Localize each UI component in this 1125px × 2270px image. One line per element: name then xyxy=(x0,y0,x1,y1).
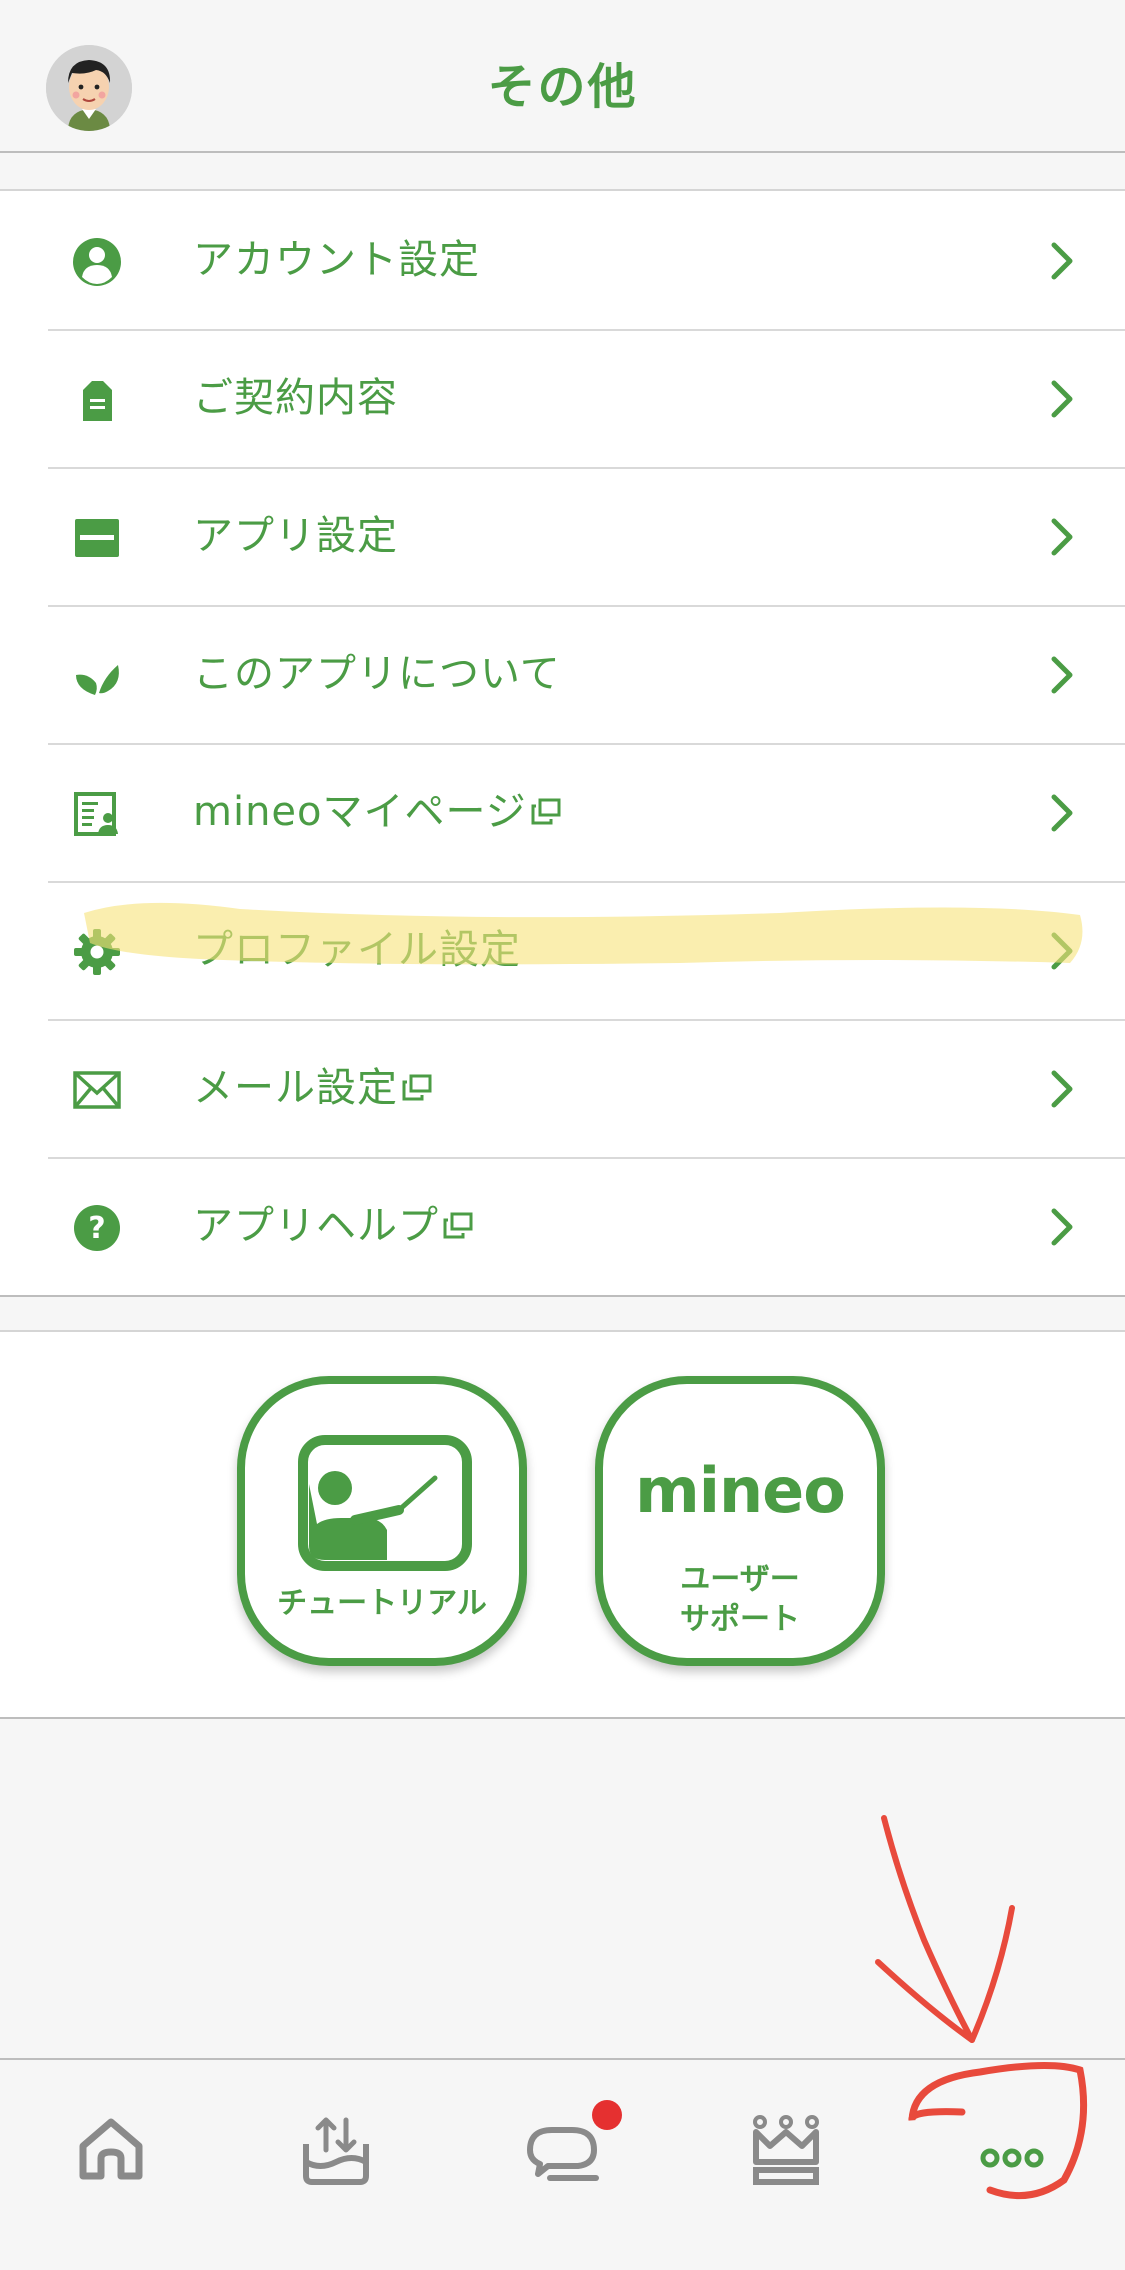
menu-item-about-app[interactable]: このアプリについて xyxy=(0,605,1125,743)
menu-item-label: ご契約内容 xyxy=(193,375,398,421)
menu-item-label: アプリ設定 xyxy=(193,513,398,559)
menu-item-text: アプリヘルプ xyxy=(193,1203,439,1249)
menu-item-text: mineoマイページ xyxy=(193,789,527,835)
bottom-tab-bar xyxy=(0,2058,1125,2270)
about-leaf-icon xyxy=(76,665,119,695)
settings-menu: アカウント設定 ご契約内容 アプリ設定 このアプリについて mineoマイページ… xyxy=(0,189,1125,1297)
chevron-right-icon xyxy=(1051,932,1073,970)
menu-item-mail-settings[interactable]: メール設定 xyxy=(0,1019,1125,1157)
menu-item-label: メール設定 xyxy=(193,1057,434,1119)
shortcut-cards: チュートリアル mineo ユーザー サポート xyxy=(0,1330,1125,1719)
mypage-icon xyxy=(74,792,118,836)
menu-item-label: アカウント設定 xyxy=(193,237,480,283)
chevron-right-icon xyxy=(1051,1070,1073,1108)
external-link-icon xyxy=(443,1212,473,1239)
chevron-right-icon xyxy=(1051,380,1073,418)
chevron-right-icon xyxy=(1051,242,1073,280)
user-support-button[interactable]: mineo ユーザー サポート xyxy=(595,1376,885,1666)
tutorial-label: チュートリアル xyxy=(277,1586,487,1621)
chevron-right-icon xyxy=(1051,794,1073,832)
menu-item-app-help[interactable]: ? アプリヘルプ xyxy=(0,1157,1125,1295)
chat-notification-badge xyxy=(592,2100,622,2130)
user-support-line1: ユーザー xyxy=(680,1562,800,1597)
help-icon: ? xyxy=(74,1205,120,1251)
chat-icon[interactable] xyxy=(522,2110,602,2190)
menu-item-text: メール設定 xyxy=(193,1065,398,1111)
chevron-right-icon xyxy=(1051,1208,1073,1246)
tutorial-button[interactable]: チュートリアル xyxy=(237,1376,527,1666)
header-bar: その他 xyxy=(0,0,1125,153)
crown-ranking-icon[interactable] xyxy=(746,2110,826,2190)
app-settings-icon xyxy=(75,519,119,557)
menu-item-label: mineoマイページ xyxy=(193,781,563,843)
svg-text:?: ? xyxy=(88,1211,105,1246)
user-support-line2: サポート xyxy=(680,1602,800,1637)
chevron-right-icon xyxy=(1051,656,1073,694)
external-link-icon xyxy=(531,798,561,825)
menu-item-contract-details[interactable]: ご契約内容 xyxy=(0,329,1125,467)
account-icon xyxy=(73,238,121,286)
data-share-icon[interactable] xyxy=(296,2110,376,2190)
external-link-icon xyxy=(402,1074,432,1101)
menu-item-account-settings[interactable]: アカウント設定 xyxy=(0,191,1125,329)
page-title: その他 xyxy=(487,59,638,115)
menu-item-label: このアプリについて xyxy=(193,651,561,697)
menu-item-profile-settings[interactable]: プロファイル設定 xyxy=(0,881,1125,1019)
menu-item-mineo-mypage[interactable]: mineoマイページ xyxy=(0,743,1125,881)
more-dots-icon[interactable] xyxy=(972,2110,1052,2190)
mineo-logo: mineo xyxy=(635,1454,846,1527)
gear-icon xyxy=(74,929,120,975)
menu-item-label: プロファイル設定 xyxy=(193,927,521,973)
mail-icon xyxy=(73,1071,121,1109)
user-support-label: ユーザー サポート xyxy=(603,1560,877,1640)
contract-document-icon xyxy=(83,381,112,421)
home-icon[interactable] xyxy=(71,2110,151,2190)
menu-item-app-settings[interactable]: アプリ設定 xyxy=(0,467,1125,605)
menu-item-label: アプリヘルプ xyxy=(193,1195,475,1257)
tutorial-board-icon xyxy=(298,1435,472,1571)
chevron-right-icon xyxy=(1051,518,1073,556)
